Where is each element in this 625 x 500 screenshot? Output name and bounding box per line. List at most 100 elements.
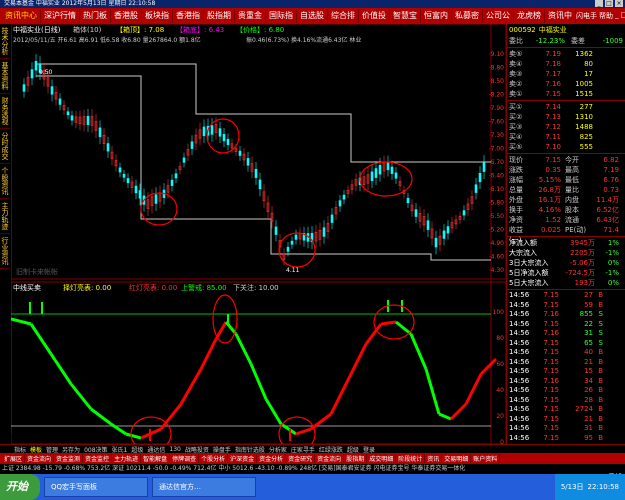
tick-time: 14:56	[509, 424, 530, 432]
bottom-menu-item-3[interactable]: 资金监控	[83, 453, 113, 463]
left-tab-3[interactable]: 分时成交	[0, 129, 10, 164]
flow-row: 大宗流入 2205万 -1%	[507, 248, 625, 258]
tick-row[interactable]: 14:56 7.15 65 S	[507, 339, 625, 349]
bottom-menu-item-0[interactable]: 扩展区	[2, 453, 26, 463]
menu-item-16[interactable]: 龙虎榜	[514, 9, 545, 23]
tick-row[interactable]: 14:56 7.15 28 B	[507, 396, 625, 406]
left-tab-1[interactable]: 基本资料	[0, 59, 10, 94]
start-button[interactable]: 开始	[0, 474, 40, 500]
tick-row[interactable]: 14:56 7.15 22 S	[507, 320, 625, 330]
bottom-tab-15[interactable]: 超级	[345, 445, 361, 454]
menu-item-0[interactable]: 资讯中心	[2, 9, 41, 23]
oscillator-segment	[199, 338, 218, 370]
bottom-tab-2[interactable]: 管理	[44, 445, 60, 454]
bottom-menu-item-2[interactable]: 资金监测	[54, 453, 84, 463]
menu-item-11[interactable]: 价值投	[359, 9, 390, 23]
menu-item-4[interactable]: 板块指	[142, 9, 173, 23]
menu-item-7[interactable]: 贵重金	[235, 9, 266, 23]
bottom-menu-item-16[interactable]: 交易明细	[442, 453, 472, 463]
close-icon[interactable]: ×	[615, 0, 623, 7]
bottom-tab-13[interactable]: 庄家寻手	[289, 445, 317, 454]
candle-body	[70, 115, 74, 121]
bottom-tab-10[interactable]: 操盘手	[211, 445, 233, 454]
bottom-tab-6[interactable]: 超级	[129, 445, 145, 454]
tick-row[interactable]: 14:56 7.16 855 S	[507, 310, 625, 320]
bottom-menu-item-6[interactable]: 停牌调查	[170, 453, 200, 463]
task-tdx[interactable]: 通达信官方…	[152, 477, 256, 497]
left-tab-5[interactable]: 主力轨迹	[0, 199, 10, 234]
price-axis-label: 7.90	[491, 105, 505, 112]
menu-item-5[interactable]: 香港指	[173, 9, 204, 23]
bottom-menu-item-7[interactable]: 个股分析	[199, 453, 229, 463]
bottom-menu-item-1[interactable]: 资金流向	[25, 453, 55, 463]
top-right-item-1[interactable]: 帮助	[599, 11, 613, 21]
bottom-tab-16[interactable]: 登录	[361, 445, 377, 454]
bottom-menu-item-5[interactable]: 智能解盘	[141, 453, 171, 463]
menu-item-8[interactable]: 国际指	[266, 9, 297, 23]
menu-item-17[interactable]: 资讯中	[545, 9, 576, 23]
tick-row[interactable]: 14:56 7.15 21 B	[507, 415, 625, 425]
tick-row[interactable]: 14:56 7.15 95 B	[507, 434, 625, 444]
menu-item-14[interactable]: 私募密	[452, 9, 483, 23]
bottom-tab-9[interactable]: 战略投资	[183, 445, 211, 454]
candle-body	[474, 184, 478, 193]
bottom-menu-item-8[interactable]: 沪深资金	[228, 453, 258, 463]
tick-row[interactable]: 14:56 7.15 26 B	[507, 386, 625, 396]
menu-item-3[interactable]: 香港股	[111, 9, 142, 23]
tick-row[interactable]: 14:56 7.15 40 B	[507, 348, 625, 358]
bottom-tab-12[interactable]: 分析家	[267, 445, 289, 454]
left-tab-2[interactable]: 财务透视	[0, 94, 10, 129]
tick-row[interactable]: 14:56 7.16 34 B	[507, 377, 625, 387]
tick-row[interactable]: 14:56 7.15 2724 B	[507, 405, 625, 415]
tick-row[interactable]: 14:56 7.16 31 S	[507, 329, 625, 339]
bottom-tab-3[interactable]: 另存为	[60, 445, 82, 454]
bottom-tab-4[interactable]: 008决策	[82, 445, 109, 454]
bottom-menu-item-14[interactable]: 阶段统计	[396, 453, 426, 463]
kline-chart-area[interactable]: 中福实业(日线) 箱体(10) 【箱顶】: 7.08 【箱底】: 6.43 【价格】: …	[10, 23, 507, 452]
left-tab-0[interactable]: 技术分析	[0, 24, 10, 59]
menu-item-1[interactable]: 深沪行情	[41, 9, 80, 23]
price-axis-label: 4.90	[491, 240, 505, 247]
task-qq[interactable]: QQ宏手写面板	[44, 477, 148, 497]
top-right-item-2[interactable]: _	[615, 11, 619, 21]
tick-row[interactable]: 14:56 7.15 15 B	[507, 367, 625, 377]
bottom-tab-14[interactable]: 红绿涨跌	[317, 445, 345, 454]
tick-row[interactable]: 14:56 7.15 59 B	[507, 301, 625, 311]
bottom-tab-0[interactable]: 指标	[12, 445, 28, 454]
quote-label-a: 涨跌	[509, 166, 523, 174]
quote-value-d: 71.4	[603, 226, 619, 234]
tick-row[interactable]: 14:56 7.15 31 B	[507, 424, 625, 434]
bottom-tab-5[interactable]: 张氏1	[110, 445, 130, 454]
bottom-menu-item-15[interactable]: 资讯	[425, 453, 443, 463]
bottom-menu-item-4[interactable]: 主力轨迹	[112, 453, 142, 463]
minimize-icon[interactable]: _	[595, 0, 603, 7]
stock-code: 000592	[509, 26, 536, 34]
bottom-tab-1[interactable]: 模板	[28, 445, 44, 454]
bottom-menu-item-12[interactable]: 股指期	[344, 453, 368, 463]
chart-canvas[interactable]: 中福实业(日线) 箱体(10) 【箱顶】: 7.08 【箱底】: 6.43 【价格】: …	[10, 23, 507, 452]
flow-label: 净流入额	[509, 239, 537, 247]
top-right-item-3[interactable]: □	[621, 11, 625, 21]
menu-item-2[interactable]: 热门板	[80, 9, 111, 23]
tick-row[interactable]: 14:56 7.15 27 B	[507, 291, 625, 301]
bottom-menu-item-10[interactable]: 资金研究	[286, 453, 316, 463]
menu-item-13[interactable]: 恒富内	[421, 9, 452, 23]
bottom-tab-7[interactable]: 通达信	[145, 445, 167, 454]
bottom-menu-item-11[interactable]: 资金流向	[315, 453, 345, 463]
menu-item-6[interactable]: 股指期	[204, 9, 235, 23]
menu-item-10[interactable]: 综合排	[328, 9, 359, 23]
left-tab-6[interactable]: 行业资讯	[0, 234, 10, 269]
bottom-tab-11[interactable]: 指南针选股	[233, 445, 267, 454]
maximize-icon[interactable]: □	[605, 0, 613, 7]
menu-item-9[interactable]: 自选股	[297, 9, 328, 23]
bottom-menu-item-17[interactable]: 账户资料	[471, 453, 501, 463]
left-tab-4[interactable]: 个股资讯	[0, 164, 10, 199]
menu-item-15[interactable]: 公司公	[483, 9, 514, 23]
top-right-item-0[interactable]: 闪电手	[576, 11, 597, 21]
tick-time: 14:56	[509, 291, 530, 299]
menu-item-12[interactable]: 智慧宝	[390, 9, 421, 23]
bottom-menu-item-13[interactable]: 成交明细	[367, 453, 397, 463]
bottom-tab-8[interactable]: 130	[167, 446, 182, 453]
tick-row[interactable]: 14:56 7.15 21 B	[507, 358, 625, 368]
bottom-menu-item-9[interactable]: 资金分析	[257, 453, 287, 463]
